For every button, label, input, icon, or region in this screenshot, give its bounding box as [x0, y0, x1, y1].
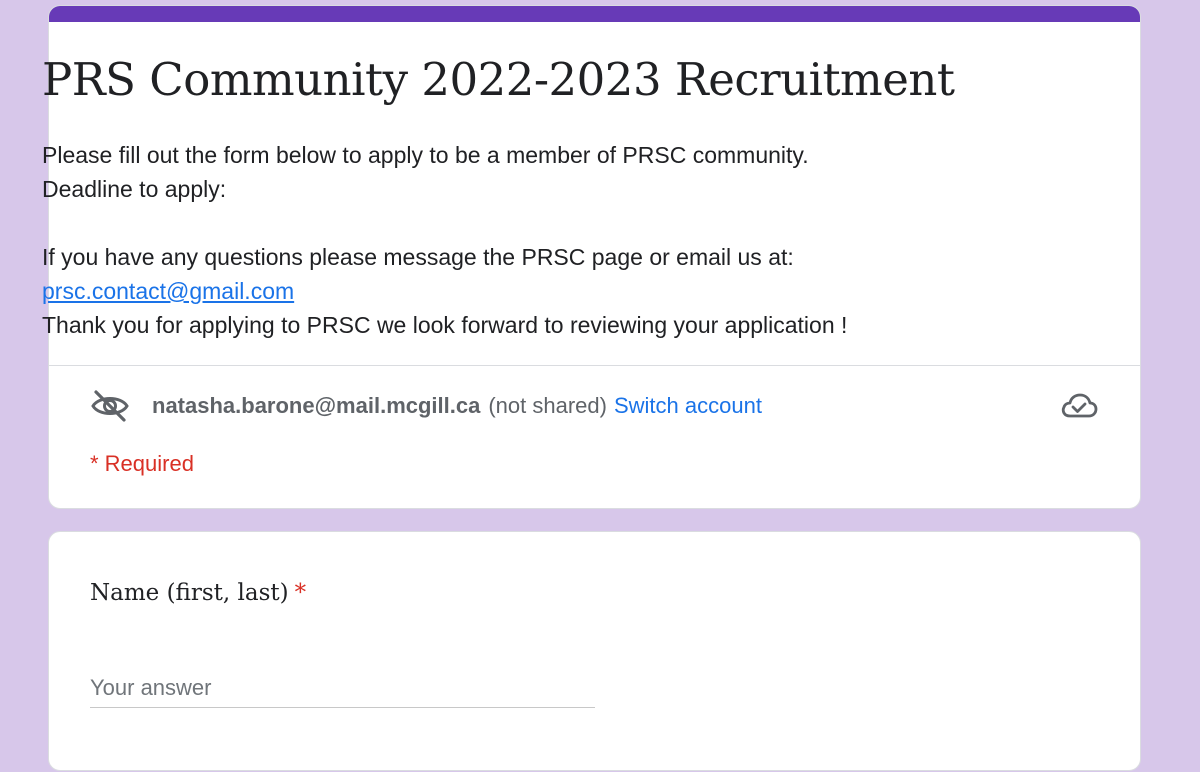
description-email-line: prsc.contact@gmail.com [42, 274, 1042, 308]
account-email: natasha.barone@mail.mcgill.ca [152, 393, 481, 418]
description-line: Thank you for applying to PRSC we look f… [42, 312, 848, 338]
question-card [48, 531, 1141, 771]
form-title: PRS Community 2022-2023 Recruitment [42, 53, 955, 106]
cloud-check-icon [1060, 390, 1098, 422]
question-label: Name (first, last) * [90, 580, 306, 606]
account-row: natasha.barone@mail.mcgill.ca (not share… [90, 388, 1098, 424]
contact-email-link[interactable]: prsc.contact@gmail.com [42, 278, 294, 304]
switch-account-link[interactable]: Switch account [614, 393, 762, 419]
required-asterisk: * [294, 580, 307, 606]
not-shared-label: (not shared) [488, 393, 607, 418]
description-deadline: Deadline to apply: [42, 176, 227, 202]
required-note: * Required [90, 451, 194, 476]
description-line: If you have any questions please message… [42, 244, 794, 270]
description-blank-line [42, 206, 1042, 240]
header-divider [48, 365, 1141, 366]
form-accent-bar [49, 6, 1140, 22]
description-line: Please fill out the form below to apply … [42, 142, 809, 168]
question-title: Name (first, last) [90, 580, 289, 606]
eye-off-icon [90, 389, 130, 423]
name-answer-input[interactable] [90, 668, 595, 708]
form-description: Please fill out the form below to apply … [42, 138, 1042, 342]
